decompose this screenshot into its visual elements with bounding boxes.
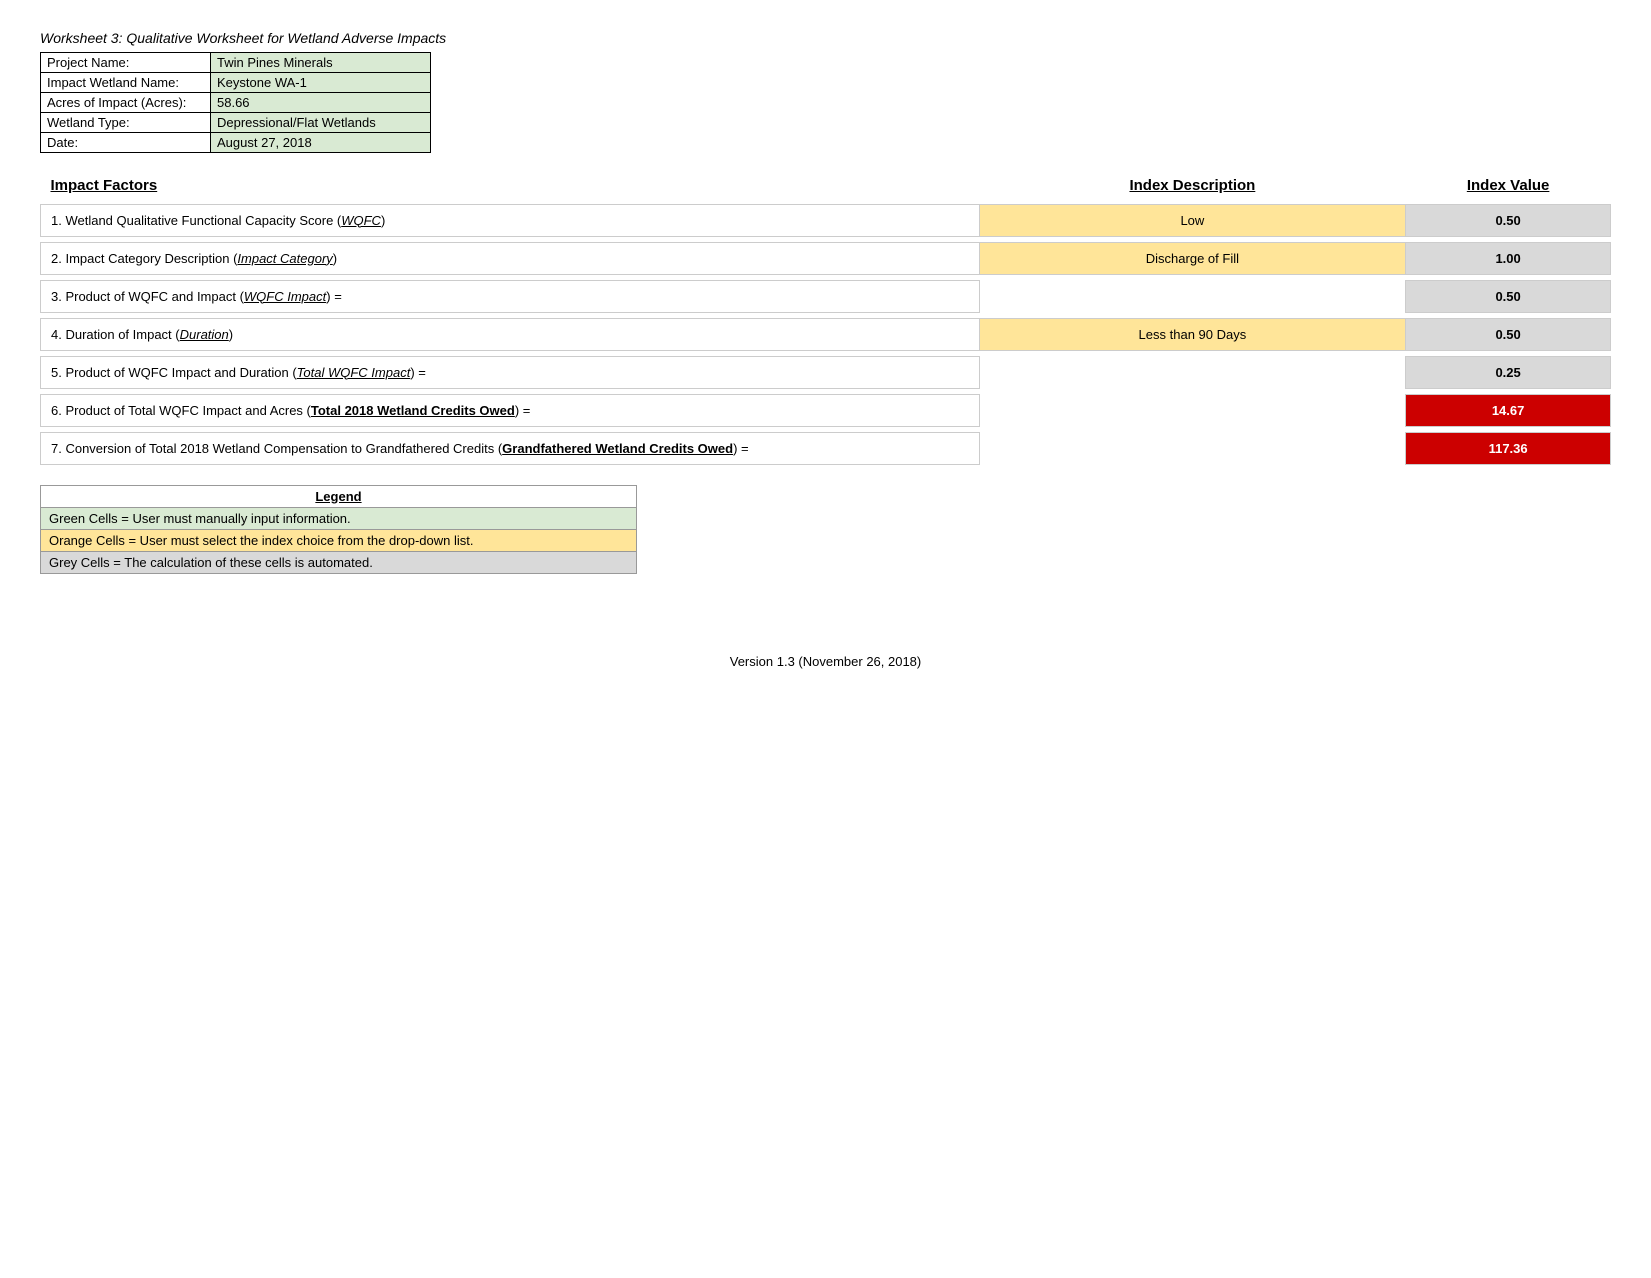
index-description[interactable]: Discharge of Fill <box>979 242 1406 274</box>
index-value: 14.67 <box>1406 394 1611 426</box>
factor-row: 6. Product of Total WQFC Impact and Acre… <box>41 394 1611 426</box>
legend-green-row: Green Cells = User must manually input i… <box>41 507 637 529</box>
column-headers: Impact Factors Index Description Index V… <box>41 171 1611 198</box>
footer: Version 1.3 (November 26, 2018) <box>40 654 1611 669</box>
index-value: 0.50 <box>1406 204 1611 236</box>
legend-orange-cell: Orange Cells = User must select the inde… <box>41 529 637 551</box>
index-description <box>979 394 1406 426</box>
info-row: Wetland Type:Depressional/Flat Wetlands <box>41 113 431 133</box>
info-value: Keystone WA-1 <box>211 73 431 93</box>
legend-table: Legend Green Cells = User must manually … <box>40 485 637 574</box>
factor-label: 7. Conversion of Total 2018 Wetland Comp… <box>41 432 980 464</box>
legend-grey-row: Grey Cells = The calculation of these ce… <box>41 551 637 573</box>
col-index-value: Index Value <box>1406 171 1611 198</box>
index-value: 1.00 <box>1406 242 1611 274</box>
factor-row: 7. Conversion of Total 2018 Wetland Comp… <box>41 432 1611 464</box>
info-row: Project Name:Twin Pines Minerals <box>41 53 431 73</box>
index-description <box>979 280 1406 312</box>
factor-row: 1. Wetland Qualitative Functional Capaci… <box>41 204 1611 236</box>
info-label: Impact Wetland Name: <box>41 73 211 93</box>
info-row: Date:August 27, 2018 <box>41 133 431 153</box>
legend-grey-cell: Grey Cells = The calculation of these ce… <box>41 551 637 573</box>
legend-title: Legend <box>41 485 637 507</box>
col-impact-factors: Impact Factors <box>41 171 980 198</box>
legend-orange-row: Orange Cells = User must select the inde… <box>41 529 637 551</box>
factor-row: 3. Product of WQFC and Impact (WQFC Impa… <box>41 280 1611 312</box>
factor-label: 5. Product of WQFC Impact and Duration (… <box>41 356 980 388</box>
legend-green-cell: Green Cells = User must manually input i… <box>41 507 637 529</box>
index-description[interactable]: Low <box>979 204 1406 236</box>
factor-row: 4. Duration of Impact (Duration)Less tha… <box>41 318 1611 350</box>
info-value: Depressional/Flat Wetlands <box>211 113 431 133</box>
index-value: 0.50 <box>1406 280 1611 312</box>
index-description <box>979 356 1406 388</box>
info-value: 58.66 <box>211 93 431 113</box>
worksheet-title: Worksheet 3: Qualitative Worksheet for W… <box>40 30 1611 46</box>
legend-title-row: Legend <box>41 485 637 507</box>
factor-row: 2. Impact Category Description (Impact C… <box>41 242 1611 274</box>
info-value: August 27, 2018 <box>211 133 431 153</box>
info-label: Wetland Type: <box>41 113 211 133</box>
index-value: 117.36 <box>1406 432 1611 464</box>
factor-label: 4. Duration of Impact (Duration) <box>41 318 980 350</box>
info-label: Date: <box>41 133 211 153</box>
info-label: Acres of Impact (Acres): <box>41 93 211 113</box>
factor-label: 6. Product of Total WQFC Impact and Acre… <box>41 394 980 426</box>
info-value: Twin Pines Minerals <box>211 53 431 73</box>
project-info-table: Project Name:Twin Pines MineralsImpact W… <box>40 52 431 153</box>
info-row: Impact Wetland Name:Keystone WA-1 <box>41 73 431 93</box>
main-table: Impact Factors Index Description Index V… <box>40 171 1611 465</box>
factor-label: 3. Product of WQFC and Impact (WQFC Impa… <box>41 280 980 312</box>
index-description[interactable]: Less than 90 Days <box>979 318 1406 350</box>
index-description <box>979 432 1406 464</box>
index-value: 0.50 <box>1406 318 1611 350</box>
factor-label: 2. Impact Category Description (Impact C… <box>41 242 980 274</box>
factor-label: 1. Wetland Qualitative Functional Capaci… <box>41 204 980 236</box>
info-row: Acres of Impact (Acres):58.66 <box>41 93 431 113</box>
info-label: Project Name: <box>41 53 211 73</box>
index-value: 0.25 <box>1406 356 1611 388</box>
col-index-description: Index Description <box>979 171 1406 198</box>
factor-row: 5. Product of WQFC Impact and Duration (… <box>41 356 1611 388</box>
